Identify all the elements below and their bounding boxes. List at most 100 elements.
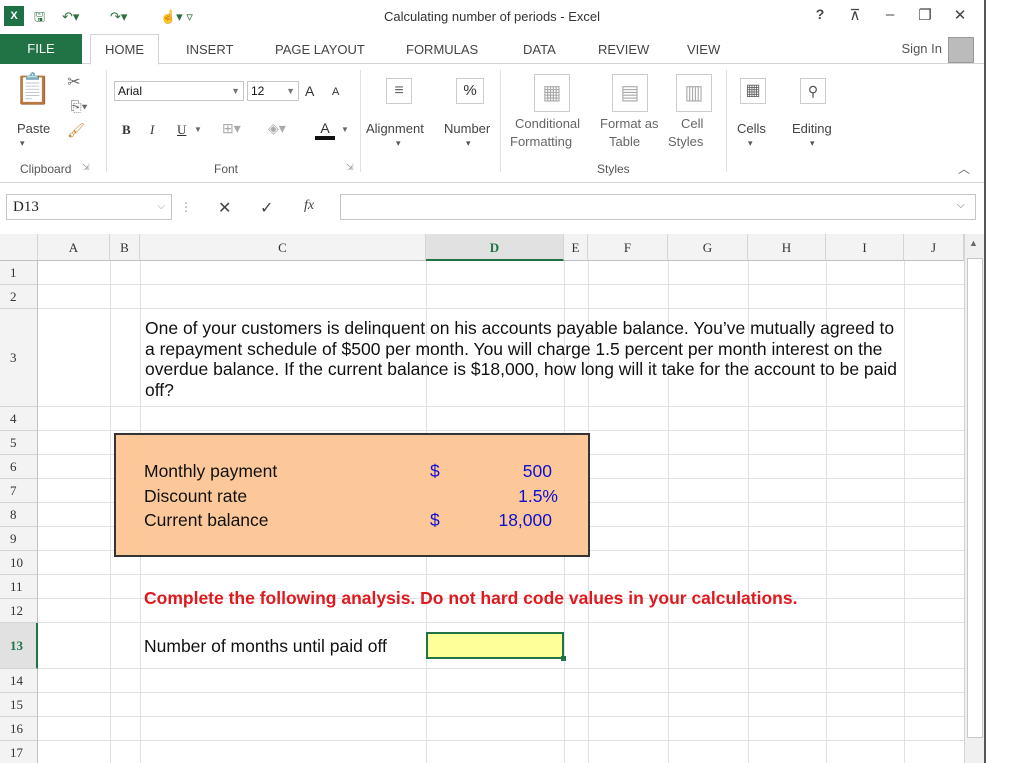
cancel-icon[interactable]: ✕ xyxy=(218,198,231,218)
row-header-7[interactable]: 7 xyxy=(0,479,38,503)
alignment-button[interactable]: Alignment xyxy=(366,121,424,136)
format-painter-icon[interactable]: 🖌 xyxy=(64,122,88,139)
tab-home[interactable]: HOME xyxy=(90,34,159,65)
row-header-6[interactable]: 6 xyxy=(0,455,38,479)
row-header-17[interactable]: 17 xyxy=(0,741,38,763)
alignment-icon[interactable]: ≡ xyxy=(386,78,412,104)
ribbon-display-icon[interactable]: ⊼ xyxy=(843,6,867,24)
discount-rate-value[interactable]: 1.5% xyxy=(490,486,558,507)
conditional-formatting-icon[interactable]: ▦ xyxy=(534,74,570,112)
column-header-d[interactable]: D xyxy=(426,234,564,261)
number-button[interactable]: Number xyxy=(444,121,490,136)
editing-button[interactable]: Editing xyxy=(792,121,832,136)
font-color-dropdown-icon[interactable]: ▼ xyxy=(341,125,349,134)
format-as-table-button[interactable]: Format as xyxy=(600,116,659,131)
tab-insert[interactable]: INSERT xyxy=(186,42,233,57)
formula-input[interactable] xyxy=(340,194,976,220)
tab-view[interactable]: VIEW xyxy=(687,42,720,57)
row-header-4[interactable]: 4 xyxy=(0,407,38,431)
minimize-icon[interactable]: – xyxy=(878,6,902,23)
cut-icon[interactable]: ✂ xyxy=(64,72,84,92)
help-icon[interactable]: ? xyxy=(808,6,832,22)
restore-icon[interactable]: ❐ xyxy=(913,6,937,24)
monthly-payment-value[interactable]: 500 xyxy=(500,461,552,482)
fill-color-icon[interactable]: ◈▾ xyxy=(268,120,286,137)
font-name-select[interactable]: Arial ▼ xyxy=(114,81,244,101)
column-header-i[interactable]: I xyxy=(826,234,904,261)
column-header-c[interactable]: C xyxy=(140,234,426,261)
chevron-down-icon[interactable]: ▾ xyxy=(748,138,753,149)
cell-styles-button[interactable]: Cell xyxy=(681,116,703,131)
format-as-table-icon[interactable]: ▤ xyxy=(612,74,648,112)
chevron-down-icon[interactable]: ⌵ xyxy=(157,195,165,219)
column-header-h[interactable]: H xyxy=(748,234,826,261)
column-header-e[interactable]: E xyxy=(564,234,588,261)
dialog-launcher-icon[interactable]: ⇲ xyxy=(346,162,354,173)
tab-formulas[interactable]: FORMULAS xyxy=(406,42,478,57)
gridline xyxy=(38,308,964,309)
close-icon[interactable]: ✕ xyxy=(948,6,972,24)
row-header-13[interactable]: 13 xyxy=(0,623,38,669)
paste-dropdown-icon[interactable]: ▾ xyxy=(20,138,25,149)
scrollbar-thumb[interactable] xyxy=(967,258,983,738)
grow-font-icon[interactable]: A xyxy=(305,83,314,99)
italic-button[interactable]: I xyxy=(150,122,154,138)
scroll-up-icon[interactable]: ▲ xyxy=(969,238,978,248)
column-header-g[interactable]: G xyxy=(668,234,748,261)
row-header-16[interactable]: 16 xyxy=(0,717,38,741)
current-balance-value[interactable]: 18,000 xyxy=(480,510,552,531)
row-header-1[interactable]: 1 xyxy=(0,261,38,285)
bold-button[interactable]: B xyxy=(122,122,131,138)
column-header-f[interactable]: F xyxy=(588,234,668,261)
chevron-down-icon[interactable]: ▾ xyxy=(466,138,471,149)
font-color-icon[interactable]: A xyxy=(315,120,335,140)
answer-cell-d13[interactable] xyxy=(426,632,566,661)
avatar[interactable] xyxy=(948,37,974,63)
paste-button[interactable]: Paste xyxy=(17,121,50,136)
select-all-corner[interactable] xyxy=(0,234,38,261)
chevron-down-icon[interactable]: ▾ xyxy=(810,138,815,149)
collapse-ribbon-icon[interactable]: ︿ xyxy=(958,160,970,177)
name-box[interactable]: D13 ⌵ xyxy=(6,194,172,220)
percent-icon[interactable]: % xyxy=(456,78,484,104)
underline-dropdown-icon[interactable]: ▼ xyxy=(194,125,202,134)
insert-function-icon[interactable]: fx xyxy=(304,198,314,214)
cells-button[interactable]: Cells xyxy=(737,121,766,136)
row-header-3[interactable]: 3 xyxy=(0,309,38,407)
row-header-15[interactable]: 15 xyxy=(0,693,38,717)
row-header-5[interactable]: 5 xyxy=(0,431,38,455)
tab-file[interactable]: FILE xyxy=(0,34,82,64)
underline-button[interactable]: U xyxy=(177,122,186,138)
row-header-10[interactable]: 10 xyxy=(0,551,38,575)
column-header-j[interactable]: J xyxy=(904,234,964,261)
months-until-paid-off-label: Number of months until paid off xyxy=(144,636,387,656)
row-header-8[interactable]: 8 xyxy=(0,503,38,527)
cell-styles-icon[interactable]: ▥ xyxy=(676,74,712,112)
conditional-formatting-button[interactable]: Conditional xyxy=(515,116,580,131)
paste-icon[interactable]: 📋 xyxy=(14,72,51,112)
shrink-font-icon[interactable]: A xyxy=(332,86,339,98)
tab-page-layout[interactable]: PAGE LAYOUT xyxy=(275,42,365,57)
column-header-b[interactable]: B xyxy=(110,234,140,261)
row-header-12[interactable]: 12 xyxy=(0,599,38,623)
name-box-value: D13 xyxy=(13,199,39,215)
chevron-down-icon[interactable]: ▾ xyxy=(396,138,401,149)
vertical-scrollbar[interactable]: ▲ xyxy=(964,234,984,763)
binoculars-icon[interactable]: ⚲ xyxy=(800,78,826,104)
copy-icon[interactable]: ⎘▾ xyxy=(64,98,94,115)
cells-icon[interactable]: ▦ xyxy=(740,78,766,104)
row-header-9[interactable]: 9 xyxy=(0,527,38,551)
gridline xyxy=(38,574,964,575)
row-header-2[interactable]: 2 xyxy=(0,285,38,309)
sign-in-link[interactable]: Sign In xyxy=(902,41,942,56)
tab-data[interactable]: DATA xyxy=(523,42,556,57)
expand-formula-icon[interactable]: ⌵ xyxy=(957,200,965,211)
borders-icon[interactable]: ⊞▾ xyxy=(222,120,241,137)
dialog-launcher-icon[interactable]: ⇲ xyxy=(82,162,90,173)
row-header-11[interactable]: 11 xyxy=(0,575,38,599)
font-size-select[interactable]: 12 ▼ xyxy=(247,81,299,101)
row-header-14[interactable]: 14 xyxy=(0,669,38,693)
tab-review[interactable]: REVIEW xyxy=(598,42,649,57)
enter-icon[interactable]: ✓ xyxy=(260,198,273,218)
column-header-a[interactable]: A xyxy=(38,234,110,261)
